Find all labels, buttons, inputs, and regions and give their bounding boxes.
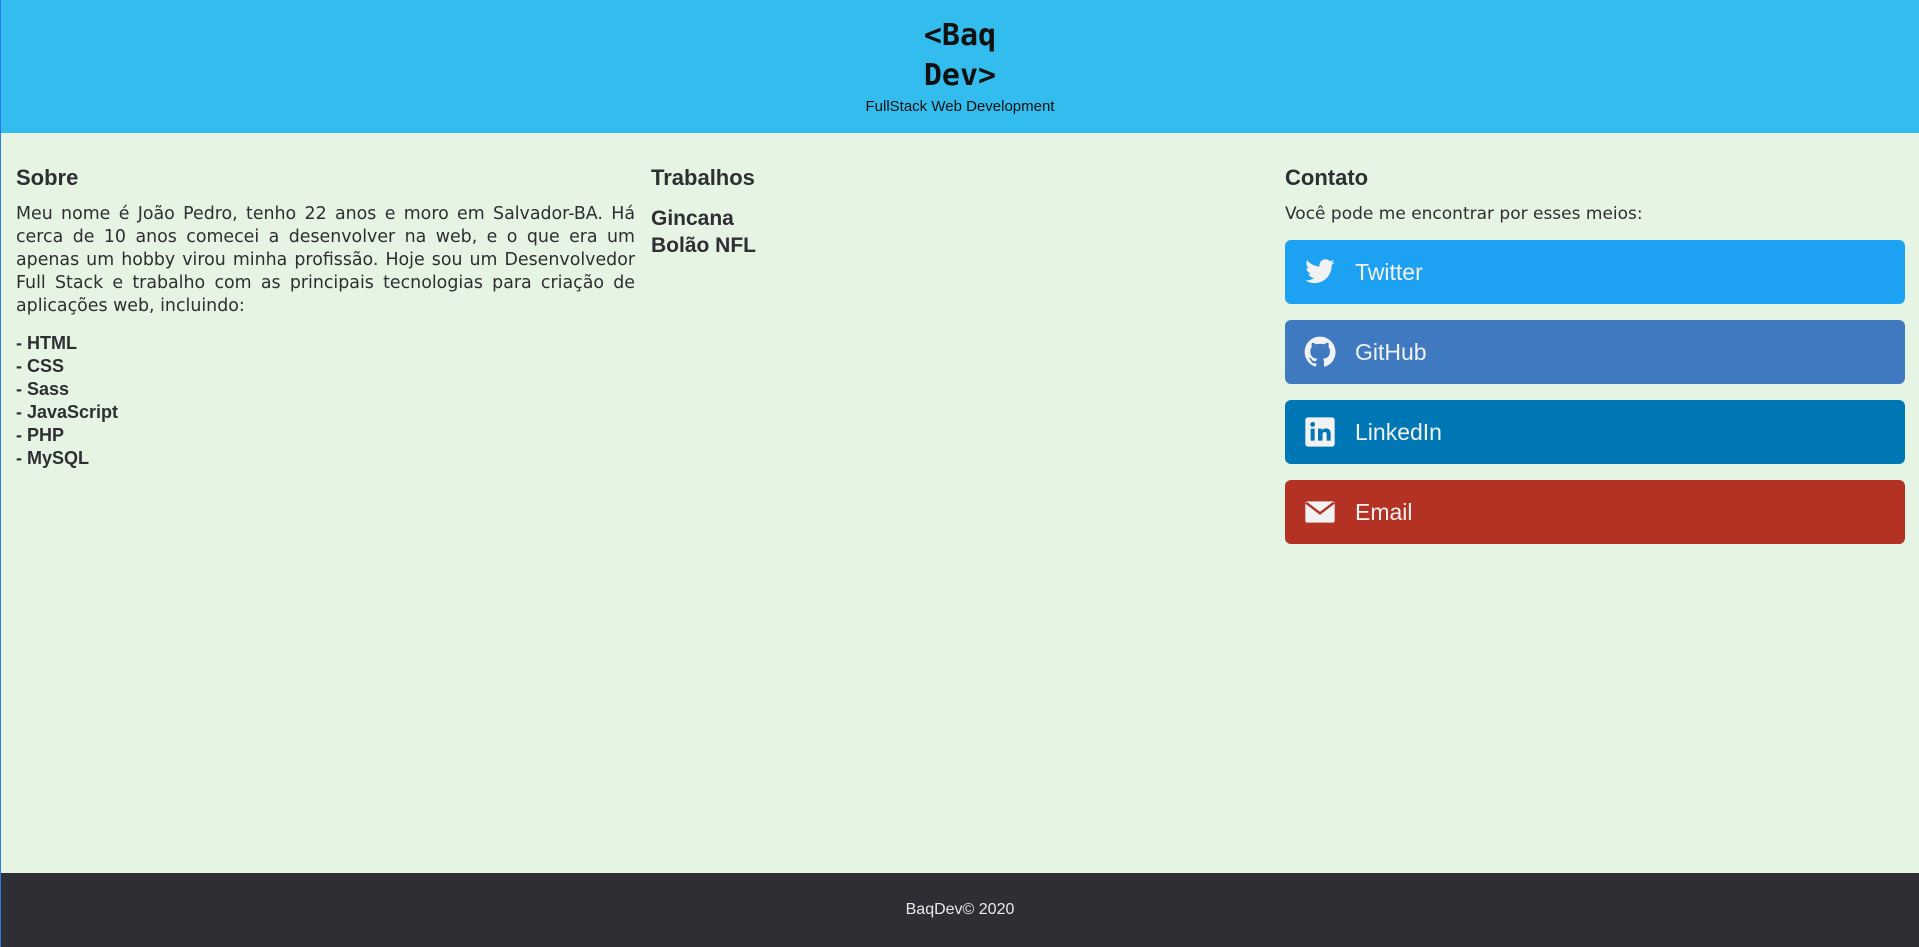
work-item-bolao-nfl[interactable]: Bolão NFL xyxy=(651,232,1251,259)
skill-item: - HTML xyxy=(16,333,77,353)
about-title: Sobre xyxy=(16,165,79,190)
github-button[interactable]: GitHub xyxy=(1285,320,1905,384)
work-item-gincana[interactable]: Gincana xyxy=(651,205,1251,232)
main-content: Sobre Meu nome é João Pedro, tenho 22 an… xyxy=(1,133,1919,873)
site-footer: BaqDev© 2020 xyxy=(1,873,1919,947)
twitter-icon xyxy=(1303,255,1337,289)
twitter-label: Twitter xyxy=(1355,258,1423,285)
works-section: Trabalhos Gincana Bolão NFL xyxy=(651,163,1251,259)
works-list: Gincana Bolão NFL xyxy=(651,205,1251,259)
site-header: <Baq Dev> FullStack Web Development xyxy=(1,0,1919,133)
twitter-button[interactable]: Twitter xyxy=(1285,240,1905,304)
email-label: Email xyxy=(1355,498,1413,525)
site-tagline: FullStack Web Development xyxy=(865,98,1055,115)
site-logo[interactable]: <Baq Dev> xyxy=(1,16,1919,96)
skill-item: - PHP xyxy=(16,425,65,445)
linkedin-button[interactable]: LinkedIn xyxy=(1285,400,1905,464)
logo-line-1: <Baq xyxy=(923,18,997,53)
contact-section: Contato Você pode me encontrar por esses… xyxy=(1285,163,1905,544)
skills-list: - HTML - CSS - Sass - JavaScript - PHP -… xyxy=(16,332,635,470)
skill-item: - Sass xyxy=(16,379,70,399)
footer-copyright: BaqDev© 2020 xyxy=(905,901,1015,918)
github-label: GitHub xyxy=(1355,338,1427,365)
logo-line-2: Dev> xyxy=(923,58,997,93)
envelope-icon xyxy=(1303,495,1337,529)
linkedin-label: LinkedIn xyxy=(1355,418,1442,445)
works-title: Trabalhos xyxy=(651,165,755,190)
skill-item: - CSS xyxy=(16,356,65,376)
about-section: Sobre Meu nome é João Pedro, tenho 22 an… xyxy=(16,163,635,470)
email-button[interactable]: Email xyxy=(1285,480,1905,544)
linkedin-icon xyxy=(1303,415,1337,449)
skill-item: - MySQL xyxy=(16,448,90,468)
github-icon xyxy=(1303,335,1337,369)
about-text: Meu nome é João Pedro, tenho 22 anos e m… xyxy=(16,204,635,316)
skill-item: - JavaScript xyxy=(16,402,119,422)
contact-intro: Você pode me encontrar por esses meios: xyxy=(1285,204,1643,224)
contact-title: Contato xyxy=(1285,165,1369,190)
